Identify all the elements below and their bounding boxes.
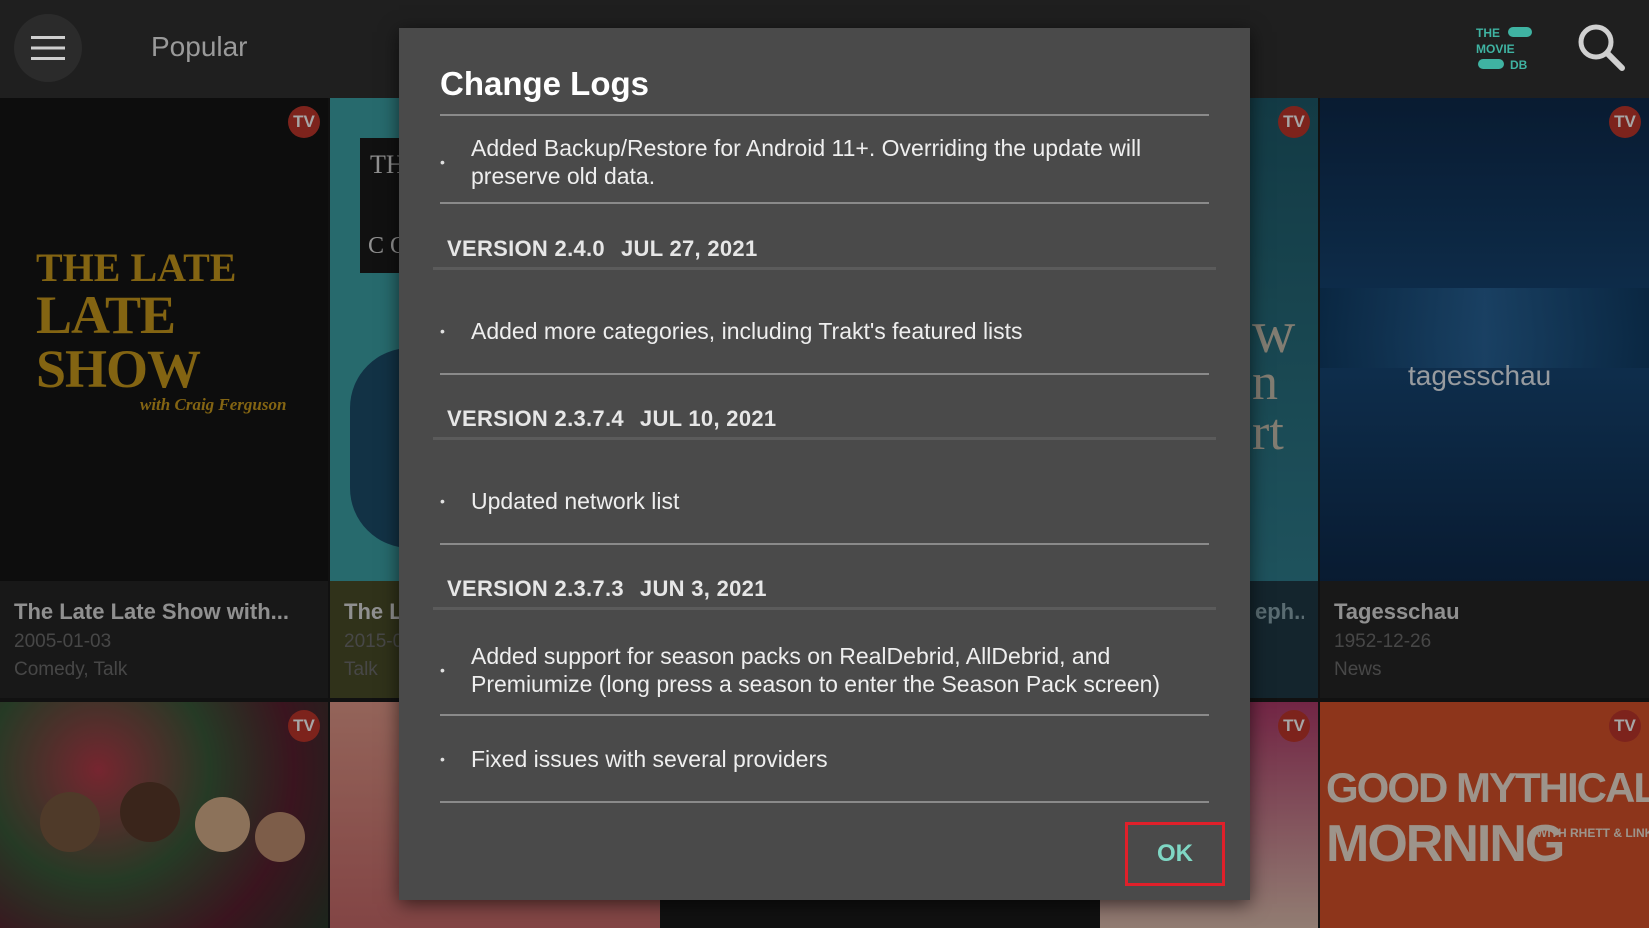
divider: [440, 114, 1209, 116]
version-header: VERSION 2.3.7.4 JUL 10, 2021: [447, 406, 776, 432]
changelog-entry: • Fixed issues with several providers: [440, 739, 1209, 779]
changelog-entry-text: Updated network list: [471, 488, 680, 514]
tmdb-logo-line-1: THE: [1476, 26, 1500, 40]
tmdb-logo-line-2: MOVIE: [1476, 42, 1515, 56]
version-divider: [433, 607, 1216, 610]
page-title: Popular: [151, 31, 248, 62]
version-number: VERSION 2.3.7.4: [447, 406, 624, 431]
tmdb-logo-line-3: DB: [1510, 58, 1528, 72]
bullet: •: [440, 323, 445, 339]
changelog-entry-text: Added more categories, including Trakt's…: [471, 318, 1023, 344]
version-header: VERSION 2.3.7.3 JUN 3, 2021: [447, 576, 767, 602]
version-divider: [433, 437, 1216, 440]
version-number: VERSION 2.3.7.3: [447, 576, 624, 601]
divider: [440, 373, 1209, 375]
bullet: •: [440, 154, 445, 170]
version-number: VERSION 2.4.0: [447, 236, 605, 261]
divider: [440, 801, 1209, 803]
bullet: •: [440, 751, 445, 767]
bullet: •: [440, 493, 445, 509]
divider: [440, 543, 1209, 545]
search-icon[interactable]: [1576, 22, 1626, 72]
ok-button[interactable]: OK: [1125, 822, 1225, 886]
menu-button[interactable]: [14, 14, 82, 82]
changelog-entry-text: Added Backup/Restore for Android 11+. Ov…: [471, 135, 1142, 189]
changelog-entry-text: Added support for season packs on RealDe…: [471, 643, 1161, 697]
changelog-entry: • Added more categories, including Trakt…: [440, 311, 1209, 351]
tmdb-logo: THE MOVIE DB: [1476, 26, 1532, 72]
version-date: JUL 27, 2021: [620, 236, 758, 261]
version-date: JUL 10, 2021: [639, 406, 777, 431]
changelog-entry: • Added support for season packs on Real…: [440, 640, 1209, 700]
changelog-entry: • Added Backup/Restore for Android 11+. …: [440, 126, 1209, 198]
divider: [440, 202, 1209, 204]
changelog-entry: • Updated network list: [440, 481, 1209, 521]
changelog-entry-text: Fixed issues with several providers: [471, 746, 828, 772]
version-date: JUN 3, 2021: [639, 576, 767, 601]
divider: [440, 714, 1209, 716]
version-header: VERSION 2.4.0 JUL 27, 2021: [447, 236, 757, 262]
dialog-title: Change Logs: [440, 65, 650, 102]
bullet: •: [440, 662, 445, 678]
hamburger-menu-icon: [31, 36, 65, 60]
change-logs-dialog: Change Logs • Added Backup/Restore for A…: [399, 28, 1250, 900]
version-divider: [433, 267, 1216, 270]
